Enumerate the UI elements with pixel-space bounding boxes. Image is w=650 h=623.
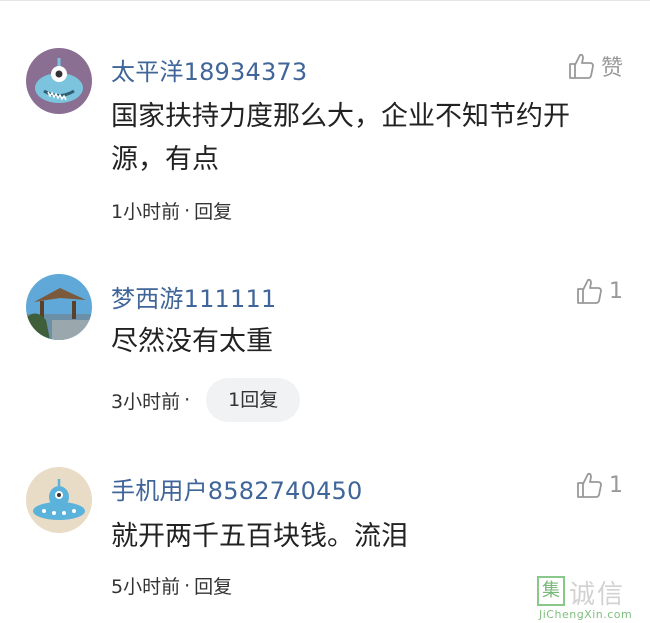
comment-meta: 3小时前 · 1回复: [111, 378, 301, 422]
like-count: 1: [609, 278, 623, 304]
thumbs-up-icon: [569, 53, 594, 79]
like-button[interactable]: 1: [575, 470, 623, 500]
username[interactable]: 手机用户8582740450: [111, 471, 363, 506]
like-label: 赞: [600, 56, 623, 81]
username[interactable]: 梦西游111111: [111, 279, 276, 314]
watermark-url: JiChengXin.com: [539, 608, 633, 621]
timestamp: 5小时前: [111, 576, 181, 598]
top-divider: [0, 0, 650, 1]
reply-button[interactable]: 回复: [194, 572, 232, 599]
thumbs-up-icon: [577, 472, 602, 498]
comment-meta: 1小时前 · 回复: [111, 197, 232, 224]
watermark-title: 诚信: [569, 580, 626, 610]
reply-button[interactable]: 回复: [194, 197, 232, 224]
blue-monster-avatar-icon: [26, 48, 92, 114]
site-watermark: 集 诚信 JiChengXin.com: [533, 572, 650, 623]
avatar[interactable]: [26, 274, 92, 340]
comment-text: 就开两千五百块钱。流泪: [111, 521, 408, 552]
like-button[interactable]: 1: [575, 276, 623, 306]
comment-meta: 5小时前 · 回复: [111, 572, 232, 599]
username[interactable]: 太平洋18934373: [111, 52, 307, 87]
thumbs-up-icon: [577, 278, 602, 304]
comment-text: 尽然没有太重: [111, 326, 273, 357]
timestamp: 3小时前: [111, 390, 181, 413]
watermark-logo-icon: 集: [537, 576, 565, 606]
timestamp: 1小时前: [111, 201, 181, 223]
separator: ·: [184, 199, 191, 222]
comment-text: 国家扶持力度那么大，企业不知节约开源，有点: [111, 101, 570, 175]
separator: ·: [184, 389, 191, 411]
like-count: 1: [609, 472, 623, 498]
ufo-alien-avatar-icon: [26, 467, 92, 533]
avatar[interactable]: [26, 48, 92, 114]
separator: ·: [184, 574, 191, 597]
like-button[interactable]: 赞: [567, 50, 623, 82]
avatar[interactable]: [26, 467, 92, 533]
reply-count-button[interactable]: 1回复: [206, 378, 301, 422]
beach-hut-photo-avatar-icon: [26, 274, 92, 340]
